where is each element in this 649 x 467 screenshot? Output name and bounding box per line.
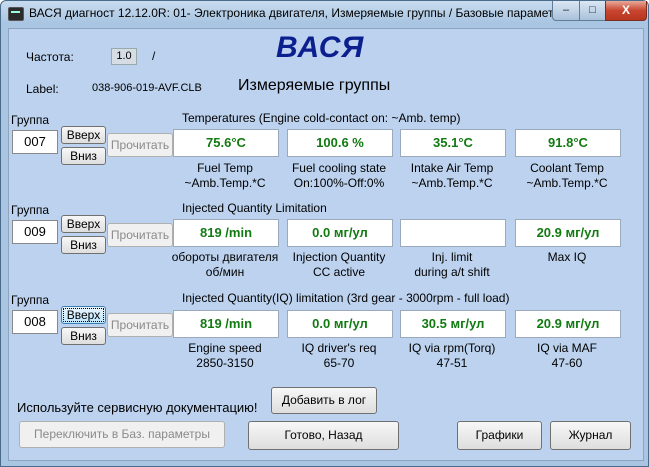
close-button[interactable]: X (605, 1, 647, 21)
group-label: Группа (11, 293, 50, 307)
value-caption: Injection Quantity CC active (292, 250, 386, 279)
measuring-groups-panel: Частота: 1.0 / ВАСЯ Label: 038-906-019-A… (8, 28, 644, 461)
value-field: 819 /min (173, 310, 279, 338)
value-field: 30.5 мг/ул (400, 310, 506, 338)
group-up-button[interactable]: Вверх (61, 126, 106, 144)
value-caption: Intake Air Temp ~Amb.Temp.*C (410, 161, 494, 190)
group-down-button[interactable]: Вниз (61, 236, 106, 254)
read-button[interactable]: Прочитать (107, 223, 173, 247)
main-window: ВАСЯ диагност 12.12.0R: 01- Электроника … (0, 0, 649, 467)
value-caption: Fuel Temp ~Amb.Temp.*C (184, 161, 266, 190)
minimize-button[interactable]: – (552, 1, 580, 21)
value-field: 75.6°C (173, 129, 279, 157)
value-field (400, 219, 506, 247)
value-caption: IQ via MAF 47-60 (536, 341, 597, 370)
graphs-button[interactable]: Графики (457, 421, 542, 450)
add-to-log-button[interactable]: Добавить в лог (271, 387, 377, 414)
value-field: 20.9 мг/ул (515, 310, 621, 338)
value-caption: обороты двигателя об/мин (171, 250, 279, 279)
group-title: Injected Quantity Limitation (182, 201, 327, 215)
group-down-button[interactable]: Вниз (61, 327, 106, 345)
read-button[interactable]: Прочитать (107, 313, 173, 337)
page-subtitle: Измеряемые группы (238, 77, 391, 94)
group-number-input[interactable]: 009 (12, 220, 58, 244)
label-file: 038-906-019-AVF.CLB (92, 82, 202, 94)
value-caption: IQ via rpm(Torq) 47-51 (408, 341, 496, 370)
group-number-input[interactable]: 007 (12, 130, 58, 154)
value-caption: Fuel cooling state On:100%-Off:0% (291, 161, 387, 190)
value-field: 20.9 мг/ул (515, 219, 621, 247)
label-caption: Label: (26, 82, 59, 96)
brand-logo: ВАСЯ (276, 31, 365, 64)
frequency-label: Частота: (26, 50, 74, 64)
frequency-value: 1.0 (111, 48, 137, 65)
value-field: 100.6 % (287, 129, 393, 157)
app-icon (8, 7, 24, 21)
group-label: Группа (11, 113, 50, 127)
group-number-input[interactable]: 008 (12, 310, 58, 334)
value-caption: Inj. limit during a/t shift (414, 250, 490, 279)
frequency-separator: / (152, 49, 156, 63)
done-back-button[interactable]: Готово, Назад (248, 421, 399, 450)
switch-basic-settings-button[interactable]: Переключить в Баз. параметры (19, 421, 225, 448)
service-doc-note: Используйте сервисную документацию! (17, 400, 258, 415)
value-field: 0.0 мг/ул (287, 219, 393, 247)
journal-button[interactable]: Журнал (550, 421, 631, 450)
window-title: ВАСЯ диагност 12.12.0R: 01- Электроника … (29, 6, 569, 20)
value-field: 35.1°C (400, 129, 506, 157)
value-field: 91.8°C (515, 129, 621, 157)
group-title: Injected Quantity(IQ) limitation (3rd ge… (182, 291, 510, 305)
group-down-button[interactable]: Вниз (61, 147, 106, 165)
value-caption: Max IQ (547, 250, 587, 264)
value-field: 819 /min (173, 219, 279, 247)
read-button[interactable]: Прочитать (107, 133, 173, 157)
value-caption: Coolant Temp ~Amb.Temp.*C (526, 161, 608, 190)
title-bar: ВАСЯ диагност 12.12.0R: 01- Электроника … (1, 1, 648, 27)
maximize-button[interactable]: □ (579, 1, 606, 21)
group-up-button[interactable]: Вверх (61, 306, 106, 324)
group-label: Группа (11, 203, 50, 217)
group-title: Temperatures (Engine cold-contact on: ~A… (182, 111, 461, 125)
value-field: 0.0 мг/ул (287, 310, 393, 338)
group-up-button[interactable]: Вверх (61, 215, 106, 233)
value-caption: Engine speed 2850-3150 (188, 341, 262, 370)
value-caption: IQ driver's req 65-70 (301, 341, 377, 370)
